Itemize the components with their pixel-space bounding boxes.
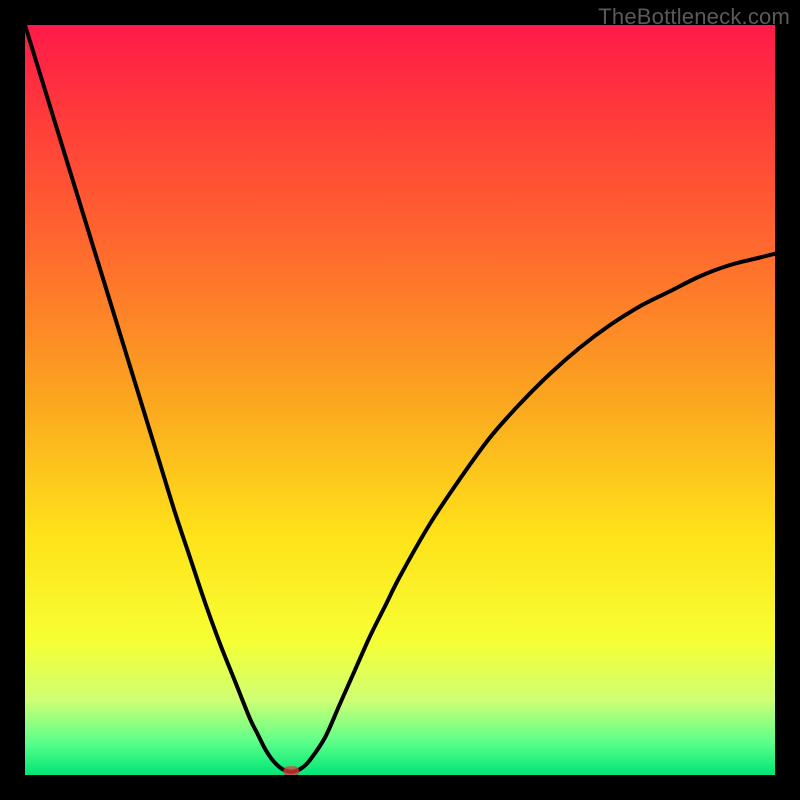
chart-svg — [25, 25, 775, 775]
gradient-background — [25, 25, 775, 775]
plot-area — [25, 25, 775, 775]
chart-root: TheBottleneck.com — [0, 0, 800, 800]
minimum-marker — [283, 766, 299, 775]
watermark-label: TheBottleneck.com — [598, 4, 790, 30]
